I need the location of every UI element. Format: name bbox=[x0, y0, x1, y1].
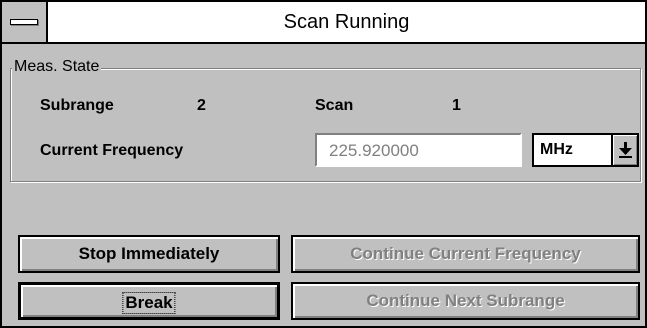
continue-next-subrange-button[interactable]: Continue Next Subrange bbox=[291, 282, 640, 320]
scan-running-dialog: Scan Running Meas. State Subrange 2 Scan… bbox=[0, 0, 647, 328]
system-menu-button[interactable] bbox=[2, 2, 48, 42]
continue-current-frequency-button[interactable]: Continue Current Frequency bbox=[291, 235, 640, 273]
window-title: Scan Running bbox=[283, 11, 410, 33]
subrange-label: Subrange bbox=[40, 97, 114, 114]
continue-next-subrange-label: Continue Next Subrange bbox=[366, 291, 565, 310]
current-frequency-label: Current Frequency bbox=[40, 142, 184, 159]
stop-immediately-label: Stop Immediately bbox=[78, 244, 220, 263]
scan-label: Scan bbox=[315, 97, 354, 114]
current-frequency-field: 225.920000 bbox=[315, 133, 522, 167]
frequency-unit-select[interactable]: MHz bbox=[532, 133, 639, 167]
break-button[interactable]: Break bbox=[18, 282, 280, 320]
dropdown-arrow-icon bbox=[619, 142, 632, 158]
frequency-unit-value: MHz bbox=[540, 141, 573, 158]
current-frequency-value: 225.920000 bbox=[329, 141, 419, 160]
dropdown-button[interactable] bbox=[611, 135, 637, 165]
stop-immediately-button[interactable]: Stop Immediately bbox=[18, 235, 280, 273]
break-label: Break bbox=[122, 292, 176, 314]
system-menu-icon bbox=[10, 19, 38, 25]
scan-value: 1 bbox=[452, 97, 461, 114]
subrange-value: 2 bbox=[197, 97, 206, 114]
continue-current-frequency-label: Continue Current Frequency bbox=[350, 244, 581, 263]
meas-state-group-label: Meas. State bbox=[12, 57, 102, 77]
title-bar: Scan Running bbox=[2, 2, 645, 44]
